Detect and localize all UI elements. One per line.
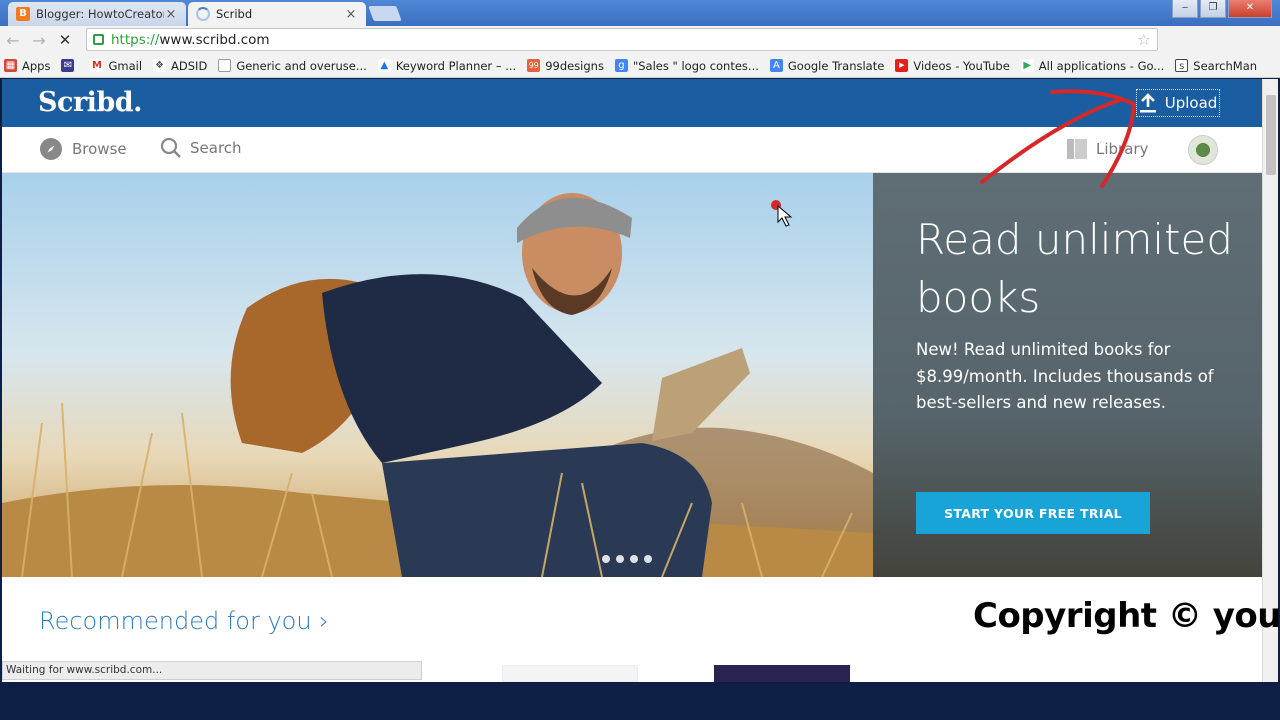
loading-spinner-icon	[196, 7, 210, 21]
carousel-dots	[602, 555, 652, 563]
minimize-button[interactable]: ‒	[1172, 0, 1198, 18]
upload-button[interactable]: Upload	[1136, 89, 1220, 117]
translate-icon: A	[769, 59, 783, 72]
bookmark-label: Videos - YouTube	[913, 58, 1010, 73]
compass-icon	[40, 138, 62, 160]
bookmark-keyword-planner[interactable]: ▲ Keyword Planner – ...	[377, 58, 517, 73]
window-controls: ‒ ❐ ✕	[1172, 0, 1272, 18]
secure-lock-icon	[93, 34, 104, 45]
bookmark-all-applications[interactable]: ▶ All applications - Go...	[1020, 58, 1165, 73]
carousel-dot[interactable]	[616, 555, 624, 563]
bookmark-label: All applications - Go...	[1038, 58, 1165, 73]
site-subnav: Browse Search Library	[2, 127, 1262, 173]
bookmark-gmail[interactable]: M Gmail	[90, 59, 142, 73]
nav-browse[interactable]: Browse	[39, 137, 127, 161]
youtube-icon: ▶	[895, 59, 909, 72]
copyright-watermark: Copyright © youtu	[973, 596, 1280, 636]
user-avatar[interactable]	[1188, 135, 1218, 165]
browser-status-bar: Waiting for www.scribd.com...	[2, 661, 422, 680]
desktop-background	[0, 682, 1280, 720]
browser-titlebar: B Blogger: HowtoCreator - ( × Scribd × ‒…	[0, 0, 1280, 26]
library-label: Library	[1096, 140, 1149, 158]
back-icon[interactable]: ←	[0, 31, 26, 50]
hero-title: Read unlimited books	[916, 215, 1234, 322]
window-close-button[interactable]: ✕	[1228, 0, 1272, 18]
hero-description: New! Read unlimited books for $8.99/mont…	[916, 340, 1214, 412]
bookmark-label: Generic and overuse...	[236, 58, 367, 73]
browse-label: Browse	[72, 140, 127, 158]
tab-scribd[interactable]: Scribd ×	[188, 2, 366, 26]
recommended-heading-link[interactable]: Recommended for you ›	[39, 607, 329, 635]
stop-loading-icon[interactable]: ✕	[52, 31, 78, 49]
bookmark-label: Google Translate	[787, 58, 885, 73]
bookmark-google-translate[interactable]: A Google Translate	[769, 58, 885, 73]
tab-title: Scribd	[216, 7, 253, 21]
book-thumbnail[interactable]	[502, 665, 638, 682]
hero-panel: Read unlimited books New! Read unlimited…	[873, 173, 1262, 577]
bookmark-star-icon[interactable]: ☆	[1137, 30, 1151, 49]
bookmark-label: Keyword Planner – ...	[395, 58, 517, 73]
scrollbar-thumb[interactable]	[1266, 95, 1276, 175]
bookmark-label: Apps	[22, 58, 51, 73]
browser-toolbar: ← → ✕ https:// www.scribd.com ☆ ⚙ ✒ ⛨ ☰	[0, 26, 1280, 74]
bookmarks-bar: ▦ Apps ✉ M Gmail ❖ ADSID Generic and overus…	[0, 54, 1280, 78]
hero-photo-illustration	[2, 193, 873, 577]
tab-title: Blogger: HowtoCreator - (	[36, 7, 164, 21]
carousel-dot[interactable]	[644, 555, 652, 563]
google-icon: g	[614, 59, 628, 72]
url-host: www.scribd.com	[159, 31, 270, 48]
page-icon	[218, 59, 232, 72]
bookmark-adsid[interactable]: ❖ ADSID	[153, 59, 207, 73]
close-tab-icon[interactable]: ×	[164, 7, 178, 22]
carousel-dot[interactable]	[602, 555, 610, 563]
bookmark-label: ADSID	[171, 58, 208, 73]
upload-label: Upload	[1164, 94, 1218, 112]
99designs-icon: 99	[527, 59, 541, 72]
bookmark-mail[interactable]: ✉	[61, 59, 79, 72]
library-icon	[1067, 139, 1087, 159]
book-thumbnail[interactable]	[714, 665, 850, 682]
url-scheme: https://	[111, 31, 160, 48]
gmail-icon: M	[90, 59, 104, 72]
apps-grid-icon: ▦	[4, 59, 17, 72]
nav-search[interactable]: Search	[160, 137, 242, 159]
bookmark-label: SearchMan	[1193, 58, 1258, 73]
carousel-dot[interactable]	[630, 555, 638, 563]
searchman-icon: s	[1175, 59, 1189, 72]
maximize-button[interactable]: ❐	[1200, 0, 1226, 18]
page-scrollbar[interactable]	[1262, 79, 1278, 682]
forward-icon[interactable]: →	[26, 31, 52, 50]
site-header: Scribd. Upload	[2, 79, 1262, 127]
search-label: Search	[190, 139, 242, 157]
play-icon: ▶	[1020, 59, 1034, 72]
bookmark-apps[interactable]: ▦ Apps	[4, 59, 50, 73]
start-free-trial-button[interactable]: START YOUR FREE TRIAL	[916, 492, 1150, 534]
scribd-logo[interactable]: Scribd.	[38, 87, 143, 118]
bookmark-99designs[interactable]: 99 99designs	[527, 59, 604, 73]
puzzle-icon: ❖	[153, 59, 167, 72]
blogger-icon: B	[16, 7, 30, 21]
bookmark-label: "Sales " logo contes...	[632, 58, 759, 73]
bookmark-youtube[interactable]: ▶ Videos - YouTube	[895, 58, 1010, 73]
bookmark-label: 99designs	[545, 58, 604, 73]
mail-icon: ✉	[61, 59, 75, 72]
address-bar[interactable]: https:// www.scribd.com ☆	[86, 28, 1158, 51]
scribd-page: Scribd. Upload Browse Search Library Rea…	[2, 79, 1262, 682]
hero-image	[2, 173, 873, 577]
search-icon	[160, 137, 181, 158]
close-tab-icon[interactable]: ×	[344, 7, 358, 22]
tab-blogger[interactable]: B Blogger: HowtoCreator - ( ×	[8, 2, 186, 26]
bookmark-label: Gmail	[108, 58, 143, 73]
upload-icon	[1139, 93, 1156, 113]
hero-banner: Read unlimited books New! Read unlimited…	[2, 173, 1262, 577]
nav-library[interactable]: Library	[1066, 137, 1148, 161]
bookmark-sales-logo[interactable]: g "Sales " logo contes...	[614, 58, 759, 73]
adwords-icon: ▲	[377, 59, 391, 72]
bookmark-searchman[interactable]: s SearchMan	[1175, 59, 1257, 73]
new-tab-button[interactable]	[368, 6, 402, 21]
bookmark-generic[interactable]: Generic and overuse...	[218, 59, 367, 73]
